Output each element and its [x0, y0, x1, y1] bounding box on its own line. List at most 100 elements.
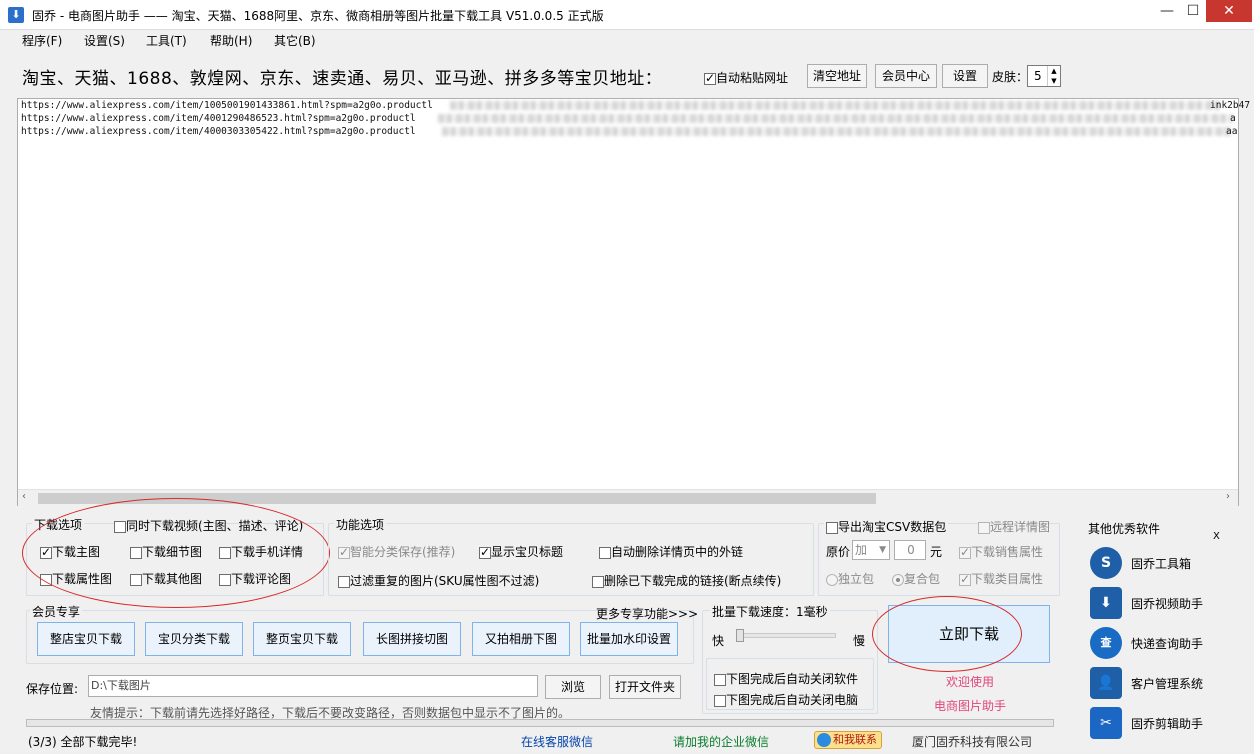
video-download-icon[interactable]: ⬇: [1090, 587, 1122, 619]
scissors-icon[interactable]: ✂: [1090, 707, 1122, 739]
open-folder-button[interactable]: 打开文件夹: [609, 675, 681, 699]
radio-circle[interactable]: [826, 573, 838, 586]
enterprise-wechat-link[interactable]: 请加我的企业微信: [673, 733, 769, 750]
download-progress-bar: [26, 719, 1054, 727]
url-tail-text: ink2b47: [1210, 100, 1251, 111]
express-search-icon[interactable]: 查: [1090, 627, 1122, 659]
checkbox-box[interactable]: [826, 521, 838, 534]
qq-icon: [817, 733, 831, 747]
price-operator-select[interactable]: 加 ▼: [852, 540, 890, 560]
category-attribute-checkbox[interactable]: 下载类目属性: [959, 570, 1043, 587]
sidebar-item-video-helper[interactable]: 固乔视频助手: [1131, 595, 1203, 612]
checkbox-box[interactable]: [338, 575, 350, 588]
radio-circle[interactable]: [892, 573, 904, 586]
company-name: 厦门固乔科技有限公司: [912, 735, 1033, 749]
save-path-input[interactable]: D:\下载图片: [88, 675, 538, 697]
slow-label: 慢: [853, 634, 866, 648]
checkbox-box[interactable]: [479, 545, 491, 559]
category-download-button[interactable]: 宝贝分类下载: [145, 622, 243, 656]
speed-slider-thumb[interactable]: [736, 629, 744, 642]
settings-button[interactable]: 设置: [942, 64, 988, 88]
smart-save-checkbox[interactable]: 智能分类保存(推荐): [338, 543, 455, 560]
member-legend: 会员专享: [30, 603, 83, 620]
checkbox-box[interactable]: [714, 694, 726, 707]
whole-page-download-button[interactable]: 整页宝贝下载: [253, 622, 351, 656]
contact-me-button[interactable]: 和我联系: [814, 731, 882, 749]
status-bar: [0, 730, 1254, 754]
menu-bar: [0, 30, 1254, 50]
sidebar-item-express-query[interactable]: 快递查询助手: [1131, 635, 1203, 652]
red-annotation-ellipse: [22, 498, 330, 608]
remove-external-links-checkbox[interactable]: 自动删除详情页中的外链: [599, 543, 743, 560]
skin-label: 皮肤：: [992, 70, 1029, 84]
auto-close-app-checkbox[interactable]: 下图完成后自动关闭软件: [714, 670, 858, 687]
browse-button[interactable]: 浏览: [545, 675, 601, 699]
sidebar-close-icon[interactable]: X: [1213, 531, 1220, 542]
export-csv-checkbox[interactable]: 导出淘宝CSV数据包: [824, 518, 949, 535]
member-center-button[interactable]: 会员中心: [875, 64, 937, 88]
long-image-stitch-button[interactable]: 长图拼接切图: [363, 622, 461, 656]
menu-settings[interactable]: 设置(S): [84, 32, 125, 49]
more-features-link[interactable]: 更多专享功能>>>: [596, 605, 698, 622]
minimize-button[interactable]: —: [1154, 0, 1180, 22]
menu-other[interactable]: 其它(B): [274, 32, 316, 49]
red-annotation-ellipse: [872, 596, 1022, 672]
scroll-right-icon[interactable]: ›: [1226, 491, 1230, 502]
clear-urls-button[interactable]: 清空地址: [807, 64, 867, 88]
checkbox-box[interactable]: [704, 71, 716, 85]
url-line: https://www.aliexpress.com/item/40012904…: [21, 113, 416, 124]
customer-icon[interactable]: 👤: [1090, 667, 1122, 699]
price-value-input[interactable]: 0: [894, 540, 926, 560]
sidebar-item-toolbox[interactable]: 固乔工具箱: [1131, 555, 1191, 572]
url-source-label: 淘宝、天猫、1688、敦煌网、京东、速卖通、易贝、亚马逊、拼多多等宝贝地址：: [22, 69, 663, 89]
spin-arrows-icon[interactable]: ▲ ▼: [1047, 66, 1060, 86]
chevron-down-icon: ▼: [879, 545, 886, 555]
show-title-checkbox[interactable]: 显示宝贝标题: [479, 543, 563, 560]
skin-spinner[interactable]: 5 ▲ ▼: [1027, 65, 1061, 87]
fast-label: 快: [712, 634, 725, 648]
filter-duplicate-checkbox[interactable]: 过滤重复的图片(SKU属性图不过滤): [338, 572, 539, 589]
speed-legend: 批量下载速度：1毫秒: [710, 603, 830, 620]
scroll-left-icon[interactable]: ‹: [22, 491, 26, 502]
customer-service-wechat-link[interactable]: 在线客服微信: [521, 733, 593, 750]
url-line: https://www.aliexpress.com/item/40003033…: [21, 126, 416, 137]
auto-shutdown-checkbox[interactable]: 下图完成后自动关闭电脑: [714, 691, 858, 708]
upyun-album-download-button[interactable]: 又拍相册下图: [472, 622, 570, 656]
other-software-title: 其他优秀软件: [1088, 522, 1161, 536]
sidebar-item-edit-helper[interactable]: 固乔剪辑助手: [1131, 715, 1203, 732]
menu-help[interactable]: 帮助(H): [210, 32, 252, 49]
url-tail-text: a: [1230, 113, 1236, 124]
menu-program[interactable]: 程序(F): [22, 32, 62, 49]
delete-done-links-checkbox[interactable]: 删除已下载完成的链接(断点续传): [592, 572, 781, 589]
checkbox-box[interactable]: [978, 521, 990, 534]
blurred-url-tail: [442, 127, 1232, 136]
welcome-text: 欢迎使用: [946, 675, 995, 689]
url-textarea[interactable]: https://www.aliexpress.com/item/10050019…: [17, 98, 1250, 506]
blurred-url-tail: [438, 114, 1233, 123]
sales-attribute-checkbox[interactable]: 下载销售属性: [959, 543, 1043, 560]
checkbox-box[interactable]: [592, 575, 604, 588]
checkbox-box[interactable]: [959, 545, 971, 559]
checkbox-box[interactable]: [959, 572, 971, 586]
save-location-label: 保存位置:: [26, 682, 79, 696]
title-bar: ⬇ 固乔 - 电商图片助手 —— 淘宝、天猫、1688阿里、京东、微商相册等图片…: [0, 0, 1254, 30]
price-unit: 元: [930, 545, 943, 559]
maximize-button[interactable]: ☐: [1180, 0, 1206, 22]
close-button[interactable]: ✕: [1206, 0, 1252, 22]
checkbox-box[interactable]: [714, 673, 726, 686]
speed-slider-track[interactable]: [738, 633, 836, 638]
skin-value: 5: [1034, 69, 1042, 83]
toolbox-icon[interactable]: S: [1090, 547, 1122, 579]
checkbox-box[interactable]: [599, 546, 611, 559]
menu-tools[interactable]: 工具(T): [146, 32, 187, 49]
function-options-legend: 功能选项: [334, 516, 387, 533]
remote-detail-checkbox[interactable]: 远程详情图: [978, 518, 1050, 535]
auto-paste-checkbox[interactable]: 自动粘贴网址: [704, 69, 788, 86]
checkbox-box[interactable]: [338, 545, 350, 559]
batch-watermark-button[interactable]: 批量加水印设置: [580, 622, 678, 656]
sidebar-item-customer-system[interactable]: 客户管理系统: [1131, 675, 1203, 692]
download-app-icon: ⬇: [8, 7, 24, 23]
combined-package-radio[interactable]: 复合包: [892, 570, 940, 587]
single-package-radio[interactable]: 独立包: [826, 570, 874, 587]
whole-shop-download-button[interactable]: 整店宝贝下载: [37, 622, 135, 656]
